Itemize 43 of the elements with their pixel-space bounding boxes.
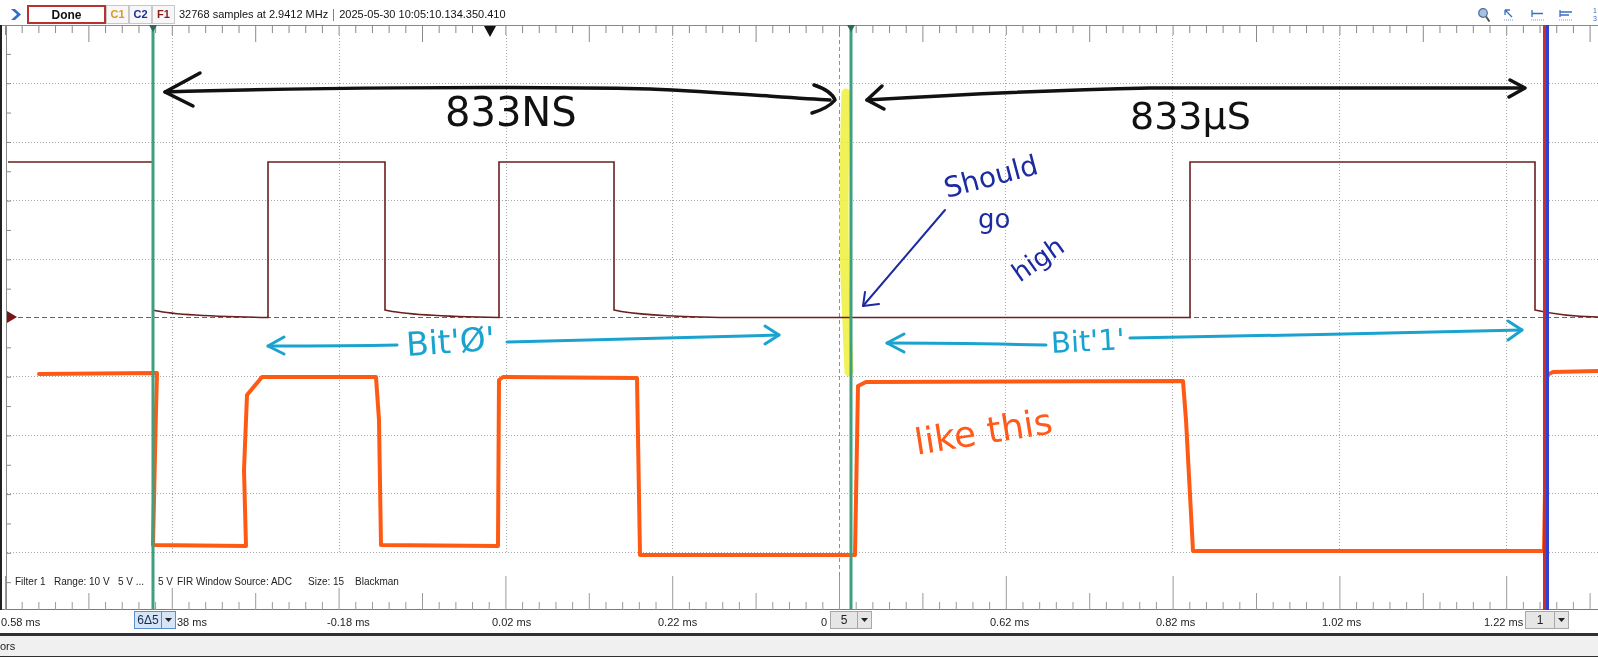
double-marker-bar-icon[interactable]	[1559, 8, 1573, 21]
handwritten-note: Should	[940, 149, 1042, 206]
filter-info-text: 5 V ...	[118, 576, 145, 588]
filter-info-text: FIR Window Source: ADC	[177, 576, 293, 588]
cursor-line[interactable]	[149, 25, 157, 610]
handwritten-note: like this	[911, 400, 1056, 463]
cursor-arrow-icon[interactable]	[1504, 8, 1514, 21]
time-label: 0.82 ms	[1156, 616, 1196, 628]
filter-info-text: 5 V	[158, 576, 173, 588]
status-button[interactable]: Done	[27, 5, 106, 24]
timestamp: 2025-05-30 10:05:10.134.350.410	[339, 9, 506, 20]
filter-info-text: Range: 10 V	[54, 576, 110, 588]
channel-toggle[interactable]: C2	[129, 5, 152, 24]
handwritten-note: 833µS	[1130, 95, 1251, 139]
cursor-dropdown[interactable]: 6Δ5	[134, 611, 176, 629]
filter-info-text: Blackman	[355, 576, 399, 588]
caret-icon	[165, 618, 172, 622]
time-label: 0.22 ms	[658, 616, 698, 628]
caret-icon	[1558, 618, 1565, 622]
filter-info-text: Size: 15	[308, 576, 345, 588]
time-label: 0.58 ms	[1, 616, 41, 628]
time-label: 0.62 ms	[990, 616, 1030, 628]
time-label: 1.02 ms	[1322, 616, 1362, 628]
chevron-right-icon[interactable]	[11, 9, 21, 20]
panel-tab-label: ors	[0, 640, 16, 652]
time-label: 0	[821, 616, 828, 628]
handwritten-note: 833NS	[445, 89, 577, 135]
cursor-dropdown[interactable]: 5	[830, 611, 872, 629]
channel-toggle[interactable]: F1	[152, 5, 175, 24]
magnifier-icon[interactable]	[1478, 7, 1490, 22]
handwritten-note: Bit'1'	[1050, 323, 1126, 361]
handwritten-note: Bit'Ø'	[404, 319, 497, 364]
time-label: 1.22 ms	[1484, 616, 1524, 628]
level-marker-icon	[7, 311, 17, 323]
caret-icon	[861, 618, 868, 622]
marker-bar-icon[interactable]	[1531, 8, 1544, 21]
time-label: -0.18 ms	[327, 616, 370, 628]
time-label: 0.02 ms	[492, 616, 532, 628]
cursor-line[interactable]	[847, 25, 855, 610]
sample-info: 32768 samples at 2.9412 MHz	[179, 9, 329, 20]
time-label: 38 ms	[177, 616, 207, 628]
cursor-dropdown[interactable]: 1	[1525, 611, 1569, 629]
filter-info-text: Filter 1	[15, 576, 46, 588]
